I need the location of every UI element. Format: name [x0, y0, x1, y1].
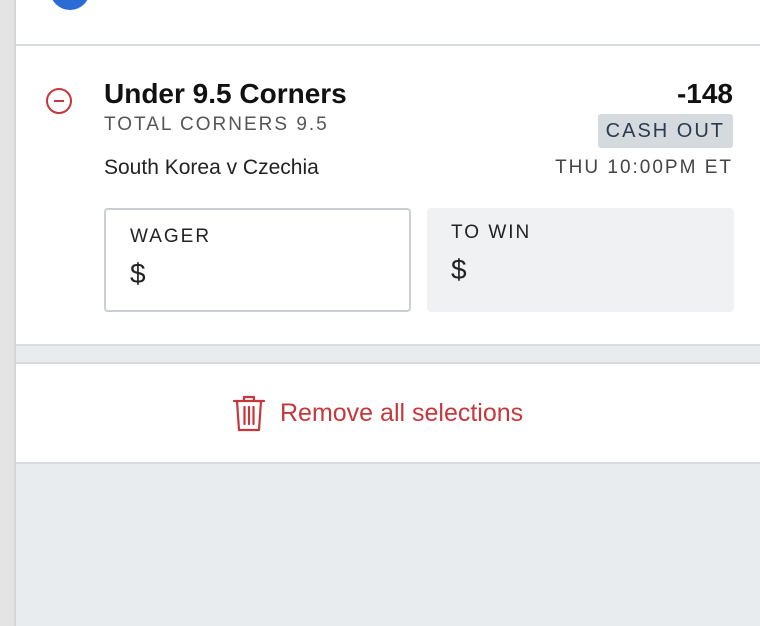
remove-all-button[interactable]: Remove all selections: [232, 394, 523, 432]
trash-icon: [232, 395, 266, 432]
remove-all-label: Remove all selections: [280, 399, 524, 427]
wager-label: WAGER: [130, 226, 212, 247]
odds-value: -148: [676, 78, 733, 109]
event-name: South Korea v Czechia: [104, 156, 319, 179]
section-divider: [16, 346, 760, 364]
market-subtitle: TOTAL CORNERS 9.5: [104, 114, 329, 135]
wager-currency: $: [130, 258, 146, 289]
to-win-label: TO WIN: [451, 222, 532, 243]
team-avatar: [50, 0, 90, 10]
betslip-panel: Under 9.5 Corners TOTAL CORNERS 9.5 Sout…: [16, 0, 760, 626]
previous-selection-card: [16, 0, 760, 46]
left-rail: [0, 0, 16, 626]
minus-circle-icon[interactable]: [46, 88, 72, 114]
market-title: Under 9.5 Corners: [104, 78, 347, 109]
to-win-field: TO WIN $: [427, 208, 734, 312]
wager-input[interactable]: WAGER $: [104, 208, 411, 312]
previous-selection-title: [112, 0, 119, 10]
selection-card: Under 9.5 Corners TOTAL CORNERS 9.5 Sout…: [16, 46, 760, 346]
cashout-badge: CASH OUT: [597, 114, 733, 148]
to-win-currency: $: [451, 254, 467, 285]
remove-all-section: Remove all selections: [16, 364, 760, 464]
event-time: THU 10:00PM ET: [555, 157, 733, 178]
